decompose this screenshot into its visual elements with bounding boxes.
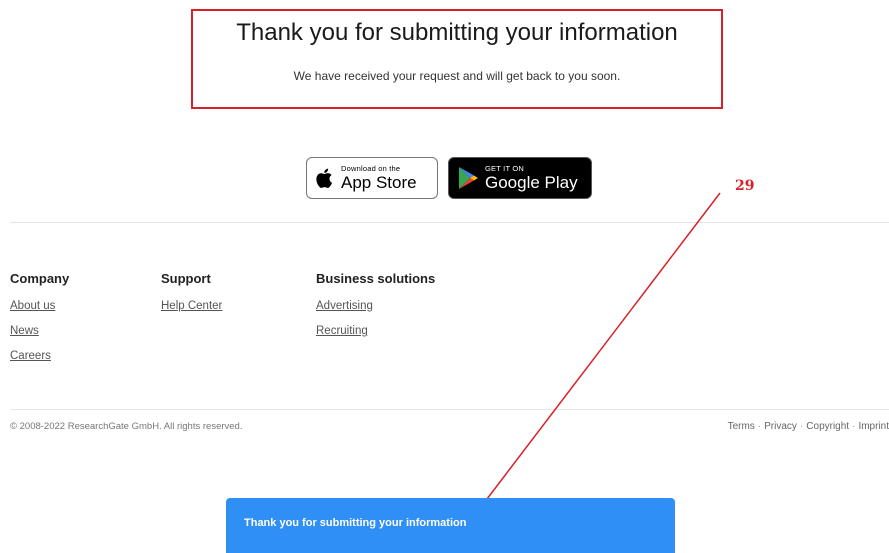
success-toast: Thank you for submitting your informatio… [226,498,675,553]
toast-message: Thank you for submitting your informatio… [244,517,467,529]
annotation-number: 29 [735,178,755,194]
annotation-pointer-line [486,192,721,500]
